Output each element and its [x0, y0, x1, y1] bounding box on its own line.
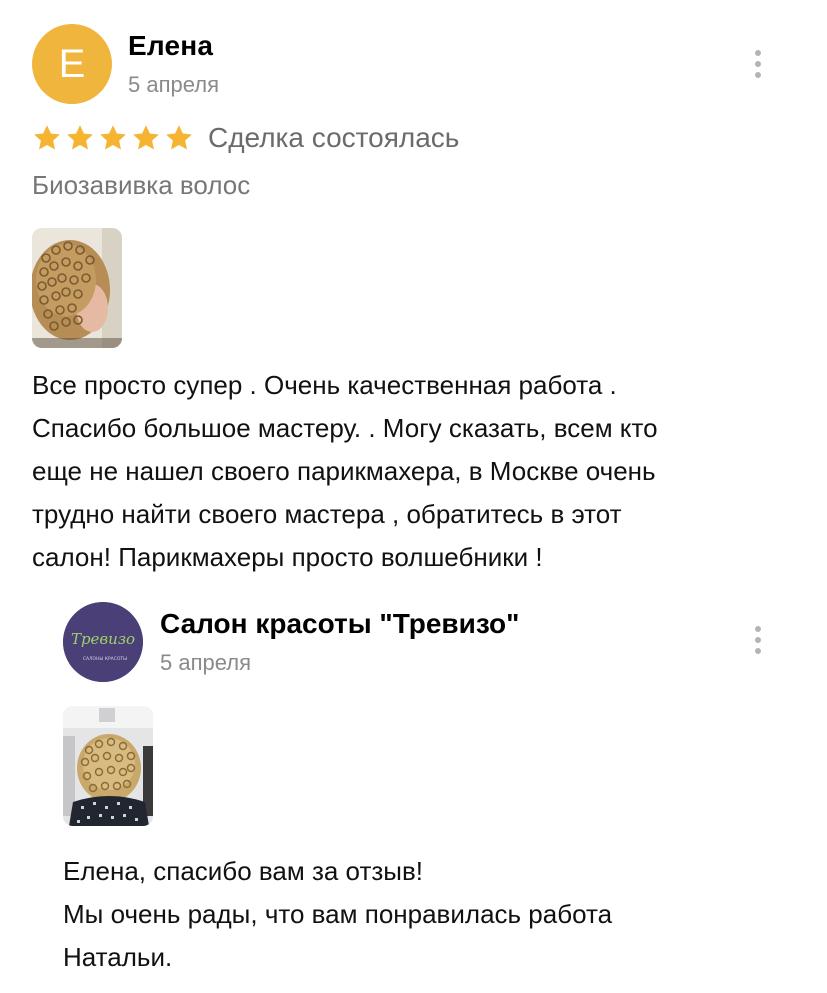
review-author-name[interactable]: Елена	[128, 30, 213, 62]
more-vertical-icon[interactable]	[748, 622, 768, 658]
salon-logo-subtext: САЛОНЫ КРАСОТЫ	[83, 656, 127, 662]
star-icon	[34, 125, 60, 150]
rating-stars	[32, 123, 194, 153]
avatar-letter: Е	[58, 41, 86, 86]
reply-date: 5 апреля	[160, 650, 251, 675]
curly-hair-photo	[32, 228, 122, 348]
curly-hair-back-photo	[63, 706, 153, 826]
star-icon	[100, 125, 126, 150]
rating-row: Сделка состоялась	[32, 122, 459, 154]
reply-text: Елена, спасибо вам за отзыв! Мы очень ра…	[63, 856, 613, 972]
avatar[interactable]: Е	[32, 24, 112, 104]
salon-logo: Тревизо САЛОНЫ КРАСОТЫ	[63, 602, 143, 682]
review-photo[interactable]	[32, 228, 122, 348]
star-icon	[67, 125, 93, 150]
review-date: 5 апреля	[128, 72, 219, 97]
deal-status: Сделка состоялась	[208, 122, 460, 153]
review-text: Все просто супер . Очень качественная ра…	[32, 370, 658, 572]
reply-photo[interactable]	[63, 706, 153, 826]
salon-avatar[interactable]: Тревизо САЛОНЫ КРАСОТЫ	[63, 602, 143, 682]
star-icon	[166, 125, 192, 150]
service-name: Биозавивка волос	[32, 170, 251, 200]
salon-logo-text: Тревизо	[71, 630, 135, 648]
star-icon	[133, 125, 159, 150]
more-vertical-icon[interactable]	[748, 46, 768, 82]
reply-author-name[interactable]: Салон красоты "Тревизо"	[160, 608, 519, 640]
